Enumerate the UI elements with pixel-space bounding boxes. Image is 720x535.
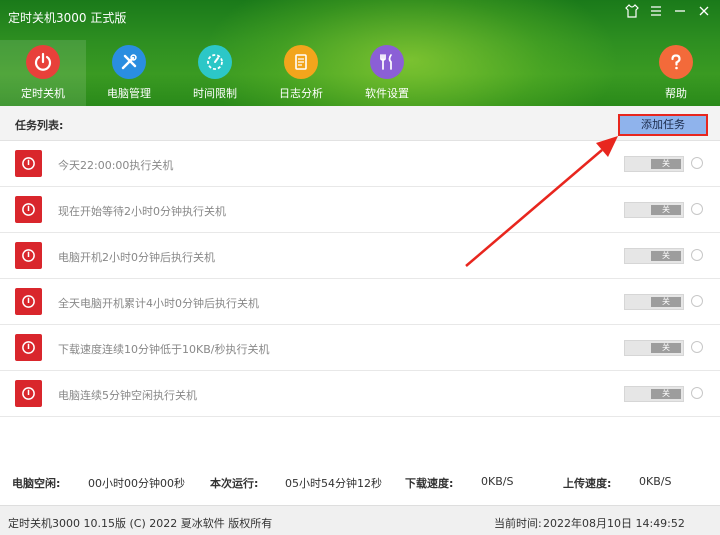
power-icon [15,242,42,269]
run-label: 本次运行: [210,477,259,490]
more-icon[interactable] [691,157,703,169]
table-row[interactable]: 电脑连续5分钟空闲执行关机 关 [0,371,720,417]
nav-label: 时间限制 [193,87,237,100]
nav-label: 帮助 [665,87,687,100]
nav-label: 日志分析 [279,87,323,100]
power-icon [15,334,42,361]
menu-icon[interactable] [646,4,666,24]
table-row[interactable]: 现在开始等待2小时0分钟执行关机 关 [0,187,720,233]
task-description: 现在开始等待2小时0分钟执行关机 [58,205,226,218]
shirt-icon[interactable] [622,4,642,24]
app-header: 定时关机3000 正式版 定时关机 电脑管理 时间限制 日志分析 软件设置 帮助 [0,0,720,106]
task-toggle[interactable]: 关 [624,340,684,356]
more-icon[interactable] [691,295,703,307]
task-description: 电脑开机2小时0分钟后执行关机 [58,251,215,264]
power-icon [15,196,42,223]
toggle-state: 关 [651,389,681,399]
task-description: 今天22:00:00执行关机 [58,159,174,172]
tools-icon [112,45,146,79]
minimize-icon[interactable] [670,4,690,24]
nav-label: 软件设置 [365,87,409,100]
table-row[interactable]: 今天22:00:00执行关机 关 [0,141,720,187]
run-value: 05小时54分钟12秒 [285,477,382,490]
window-controls [622,4,714,24]
idle-value: 00小时00分钟00秒 [88,477,185,490]
main-nav: 定时关机 电脑管理 时间限制 日志分析 软件设置 帮助 [0,40,720,106]
task-description: 下载速度连续10分钟低于10KB/秒执行关机 [58,343,270,356]
nav-label: 电脑管理 [107,87,151,100]
power-icon [15,150,42,177]
nav-label: 定时关机 [21,87,65,100]
task-toggle[interactable]: 关 [624,386,684,402]
add-task-button[interactable]: 添加任务 [618,114,708,136]
time-value: 2022年08月10日 14:49:52 [543,517,685,530]
toggle-state: 关 [651,343,681,353]
task-description: 全天电脑开机累计4小时0分钟后执行关机 [58,297,259,310]
more-icon[interactable] [691,203,703,215]
download-value: 0KB/S [481,475,514,488]
task-list-header: 任务列表: 添加任务 [0,106,720,141]
task-toggle[interactable]: 关 [624,294,684,310]
help-icon [659,45,693,79]
more-icon[interactable] [691,387,703,399]
nav-item-pc-manage[interactable]: 电脑管理 [86,40,172,106]
toggle-state: 关 [651,205,681,215]
more-icon[interactable] [691,341,703,353]
task-toggle[interactable]: 关 [624,248,684,264]
upload-value: 0KB/S [639,475,672,488]
table-row[interactable]: 全天电脑开机累计4小时0分钟后执行关机 关 [0,279,720,325]
table-row[interactable]: 下载速度连续10分钟低于10KB/秒执行关机 关 [0,325,720,371]
power-icon [15,380,42,407]
status-bar: 定时关机3000 10.15版 (C) 2022 夏冰软件 版权所有 当前时间:… [0,505,720,535]
toggle-state: 关 [651,251,681,261]
copyright-text: 定时关机3000 10.15版 (C) 2022 夏冰软件 版权所有 [8,517,273,530]
more-icon[interactable] [691,249,703,261]
log-icon [284,45,318,79]
idle-label: 电脑空闲: [12,477,61,490]
power-icon [26,45,60,79]
task-list-title: 任务列表: [15,119,64,132]
timer-icon [198,45,232,79]
download-label: 下载速度: [405,477,454,490]
task-toggle[interactable]: 关 [624,156,684,172]
time-label: 当前时间: [494,517,542,530]
power-icon [15,288,42,315]
nav-item-help[interactable]: 帮助 [633,40,719,106]
nav-item-settings[interactable]: 软件设置 [344,40,430,106]
status-stats: 电脑空闲: 00小时00分钟00秒 本次运行: 05小时54分钟12秒 下载速度… [0,470,720,492]
table-row[interactable]: 电脑开机2小时0分钟后执行关机 关 [0,233,720,279]
toggle-state: 关 [651,159,681,169]
nav-item-log-analysis[interactable]: 日志分析 [258,40,344,106]
nav-item-shutdown[interactable]: 定时关机 [0,40,86,106]
settings-icon [370,45,404,79]
nav-item-time-limit[interactable]: 时间限制 [172,40,258,106]
task-toggle[interactable]: 关 [624,202,684,218]
task-description: 电脑连续5分钟空闲执行关机 [58,389,197,402]
task-list: 今天22:00:00执行关机 关 现在开始等待2小时0分钟执行关机 关 电脑开机… [0,141,720,417]
window-title: 定时关机3000 正式版 [8,11,127,25]
upload-label: 上传速度: [563,477,612,490]
toggle-state: 关 [651,297,681,307]
close-icon[interactable] [694,4,714,24]
